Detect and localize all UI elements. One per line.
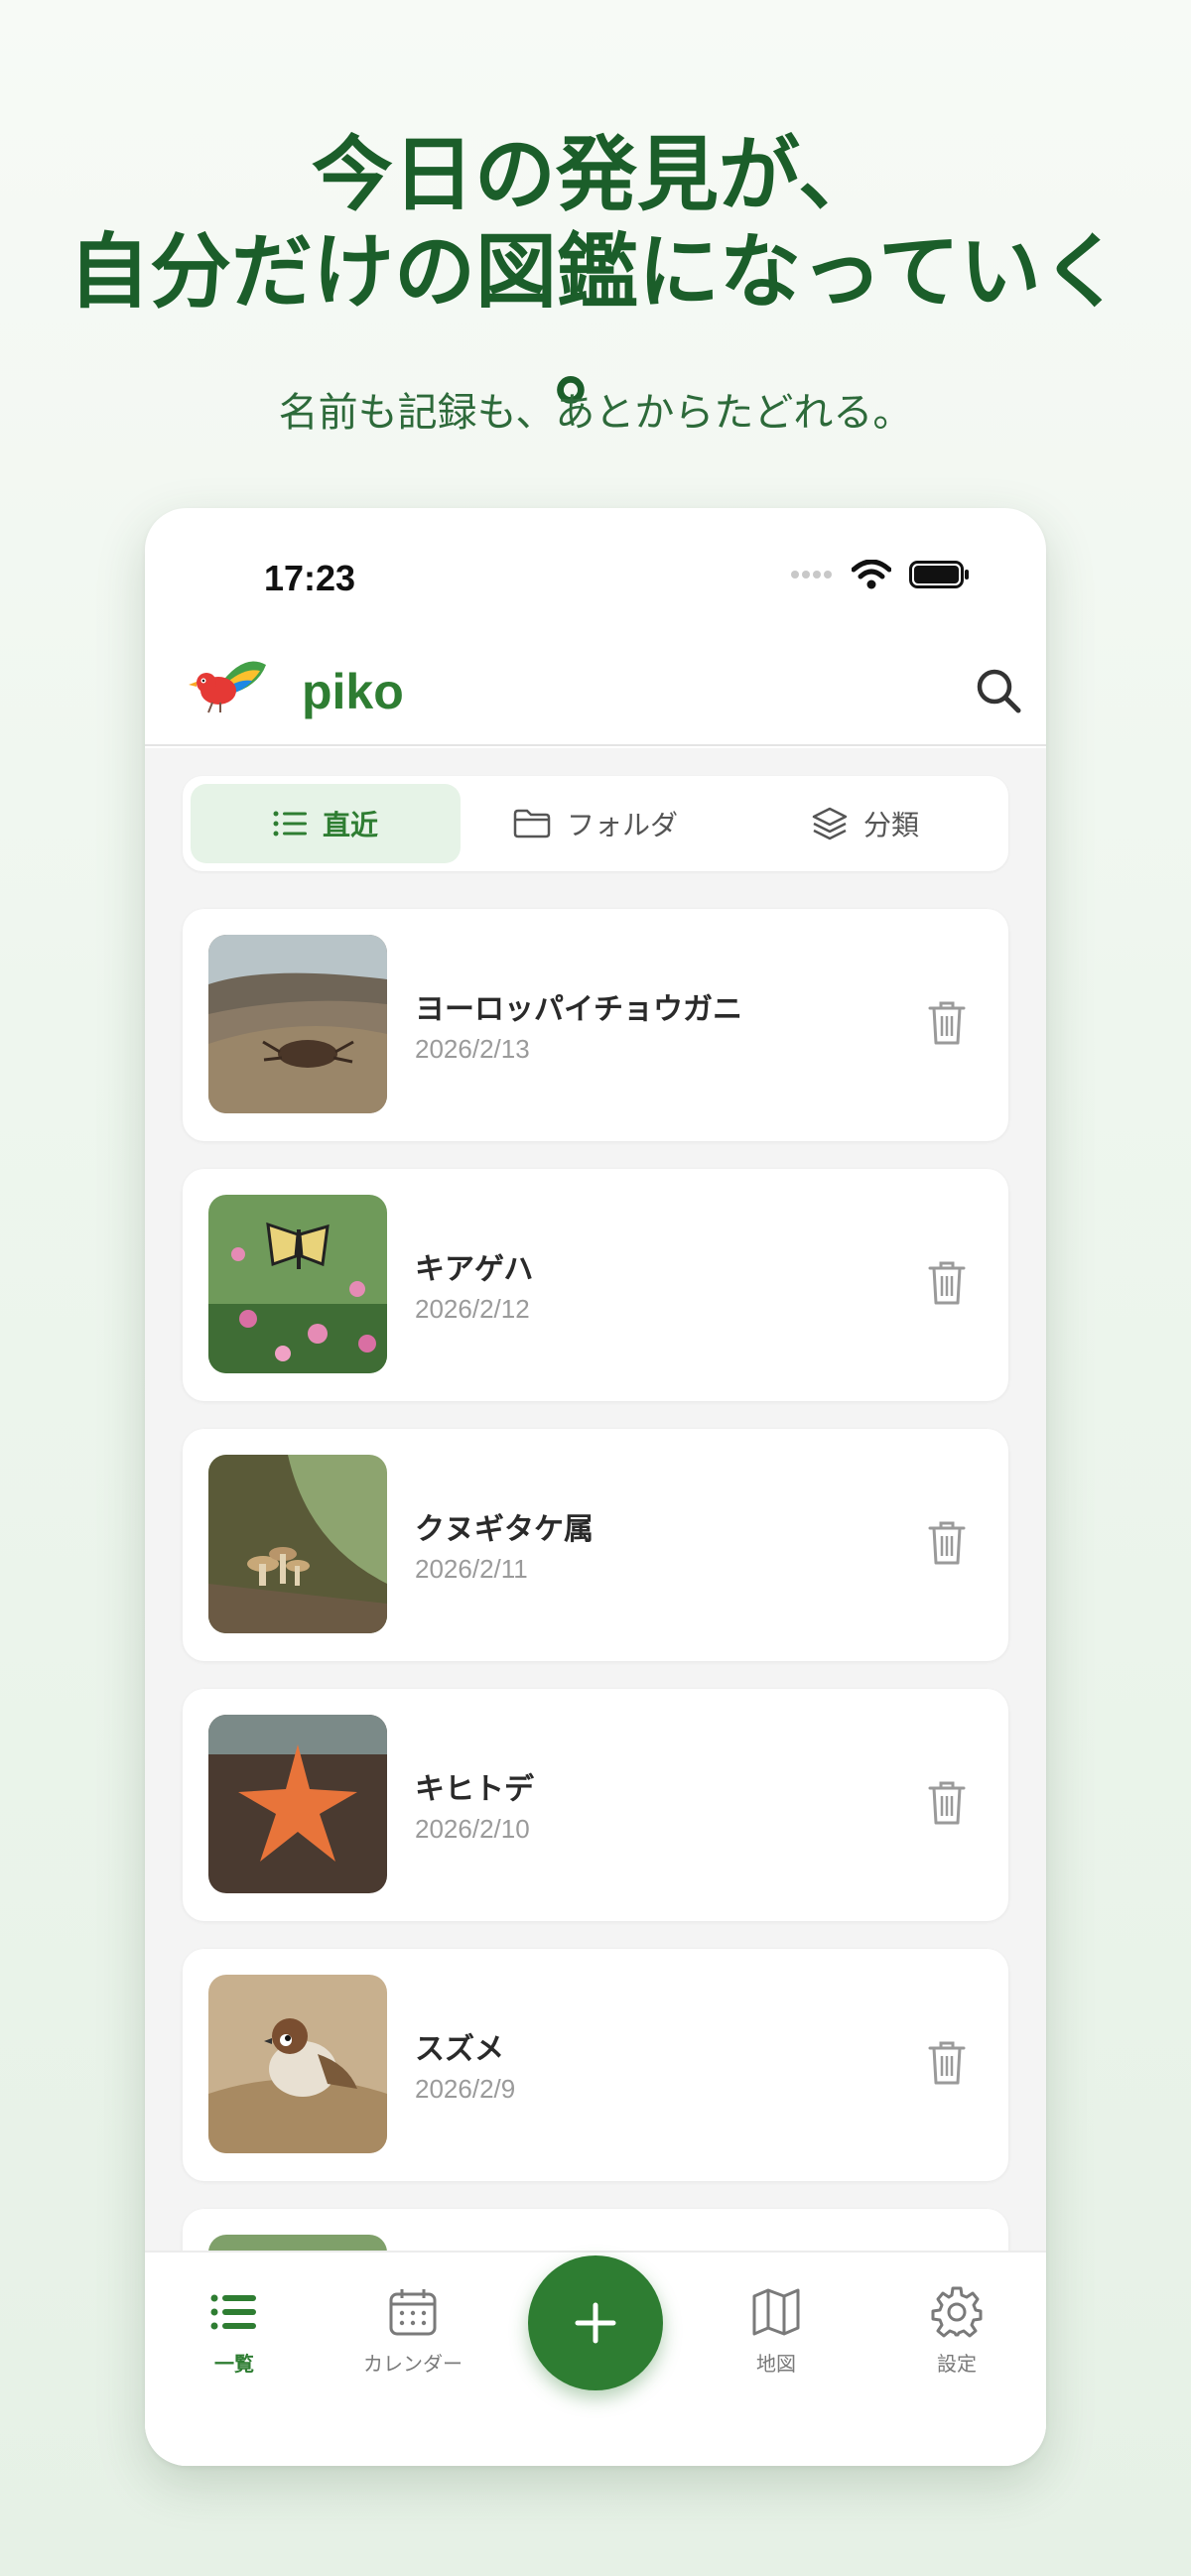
list-item[interactable]: クヌギタケ属 2026/2/11 — [183, 1429, 1008, 1661]
entry-name: スズメ — [415, 2032, 504, 2067]
calendar-icon — [389, 2289, 437, 2336]
tab-settings-label: 設定 — [937, 2352, 977, 2376]
trash-icon[interactable] — [927, 2040, 967, 2086]
entry-name: キヒトデ — [415, 1772, 534, 1807]
tab-settings[interactable]: 設定 — [887, 2286, 1026, 2377]
status-time: 17:23 — [264, 558, 356, 598]
segment-taxonomy[interactable]: 分類 — [730, 784, 1000, 863]
phone-frame: 17:23 piko 直近 フォルダ 分類 ヨーロッパイチョウガニ 2026/2… — [145, 508, 1046, 2466]
app-name: piko — [302, 664, 404, 719]
starfish-photo — [208, 1715, 387, 1893]
list-item[interactable]: キヒトデ 2026/2/10 — [183, 1689, 1008, 1921]
segment-folder-label: フォルダ — [566, 809, 678, 841]
entry-name: キアゲハ — [415, 1252, 534, 1287]
hero-headline: 今日の発見が、 自分だけの図鑑になっていく 。 — [0, 127, 1191, 419]
entry-date: 2026/2/11 — [415, 1554, 528, 1584]
trash-icon[interactable] — [927, 1260, 967, 1306]
tab-map[interactable]: 地図 — [707, 2286, 846, 2377]
hero-subline: 名前も記録も、あとからたどれる。 — [278, 390, 913, 436]
add-entry-button[interactable] — [528, 2255, 663, 2390]
trash-icon[interactable] — [927, 1520, 967, 1566]
butterfly-photo — [208, 1195, 387, 1373]
tab-list-label: 一覧 — [214, 2352, 254, 2376]
folder-icon — [513, 809, 551, 838]
view-segmented-control: 直近 フォルダ 分類 — [183, 776, 1008, 871]
segment-taxonomy-label: 分類 — [862, 809, 919, 841]
list-item[interactable]: スズメ 2026/2/9 — [183, 1949, 1008, 2181]
segment-folder[interactable]: フォルダ — [461, 784, 730, 863]
list-item[interactable]: キアゲハ 2026/2/12 — [183, 1169, 1008, 1401]
trash-icon[interactable] — [927, 1780, 967, 1826]
plus-icon — [575, 2302, 616, 2344]
wifi-icon — [852, 560, 891, 589]
list-icon — [273, 811, 307, 837]
map-icon — [752, 2288, 800, 2336]
list-icon — [210, 2294, 256, 2330]
battery-icon — [909, 561, 969, 588]
bird-logo-icon — [189, 661, 266, 713]
search-icon[interactable] — [973, 665, 1024, 716]
mushroom-photo — [208, 1455, 387, 1633]
entry-date: 2026/2/10 — [415, 1814, 530, 1844]
content-area[interactable]: 直近 フォルダ 分類 ヨーロッパイチョウガニ 2026/2/13 キアゲハ 20… — [145, 748, 1046, 2251]
layers-icon — [812, 807, 848, 840]
entry-name: ヨーロッパイチョウガニ — [415, 992, 742, 1027]
app-header: piko — [145, 627, 1046, 746]
list-item[interactable] — [183, 2209, 1008, 2251]
status-bar: 17:23 — [145, 508, 1046, 607]
hero-headline-line1: 今日の発見が、 — [311, 128, 880, 222]
tab-bar: 一覧 カレンダー 地図 設定 — [145, 2251, 1046, 2466]
crab-photo — [208, 935, 387, 1113]
entry-date: 2026/2/13 — [415, 1034, 530, 1064]
gear-icon — [931, 2286, 983, 2338]
segment-recent[interactable]: 直近 — [191, 784, 461, 863]
sparrow-photo — [208, 1975, 387, 2153]
tab-calendar-label: カレンダー — [363, 2352, 463, 2376]
entry-date: 2026/2/12 — [415, 1294, 530, 1324]
trash-icon[interactable] — [927, 1000, 967, 1046]
entry-date: 2026/2/9 — [415, 2074, 516, 2104]
tab-map-label: 地図 — [756, 2352, 796, 2376]
segment-recent-label: 直近 — [322, 809, 378, 841]
hero-headline-line2: 自分だけの図鑑になっていく — [68, 225, 1123, 320]
tab-calendar[interactable]: カレンダー — [343, 2286, 482, 2377]
status-icons — [790, 560, 971, 589]
tab-list[interactable]: 一覧 — [165, 2286, 304, 2377]
signal-icon — [791, 571, 832, 579]
partial-photo — [208, 2235, 387, 2251]
entry-name: クヌギタケ属 — [415, 1512, 594, 1547]
list-item[interactable]: ヨーロッパイチョウガニ 2026/2/13 — [183, 909, 1008, 1141]
